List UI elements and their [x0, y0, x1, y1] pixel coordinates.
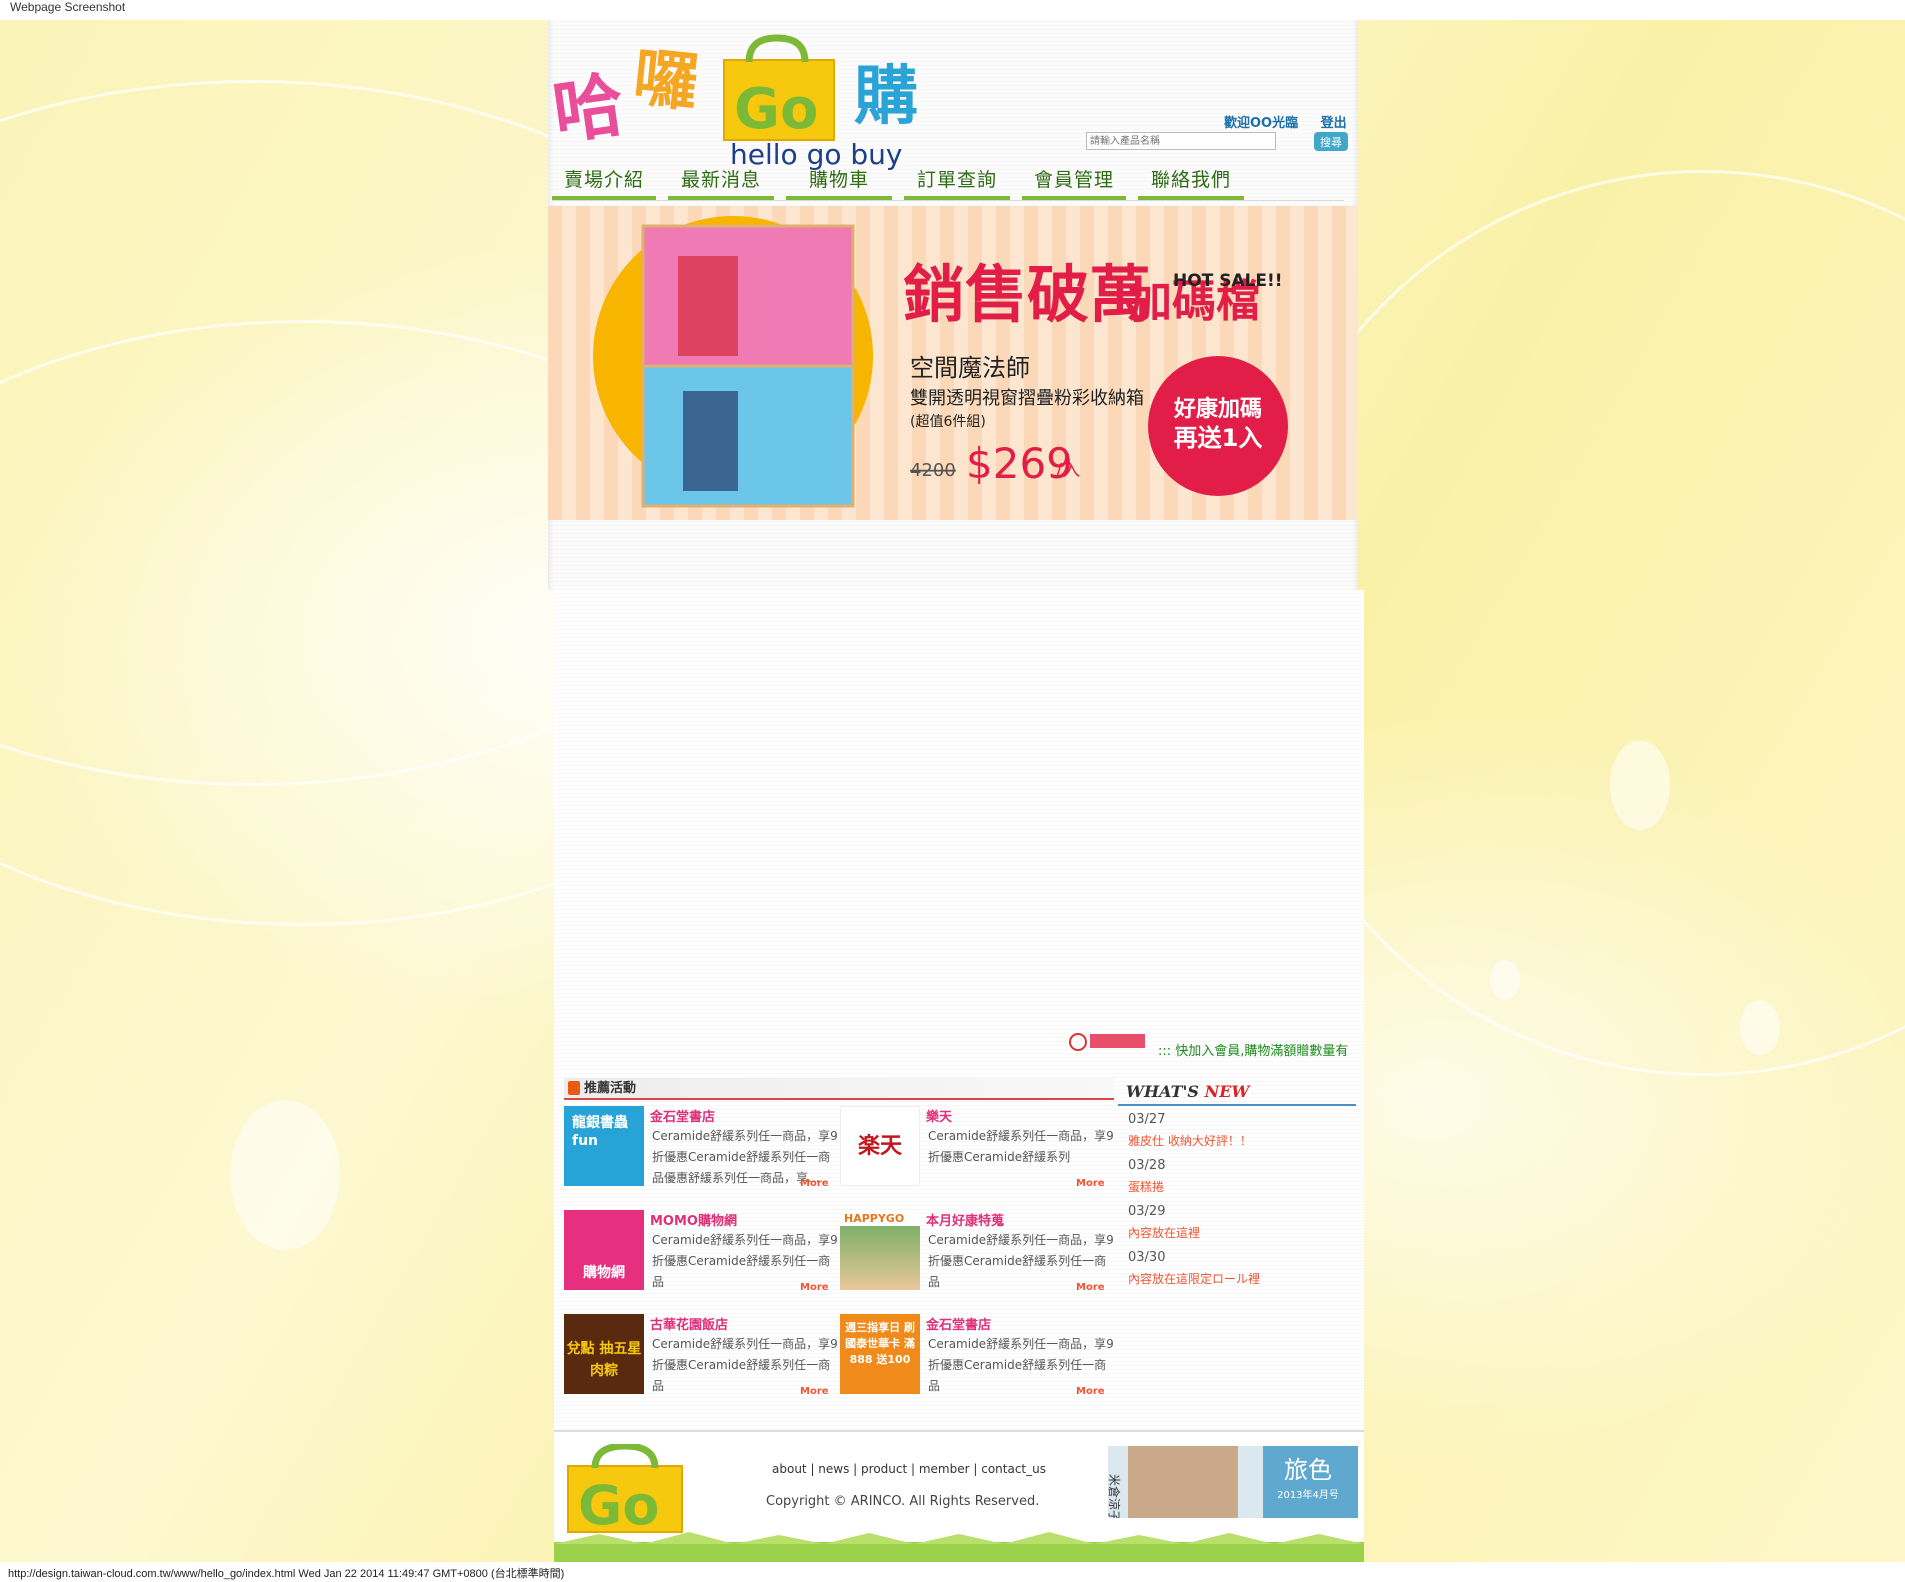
- footer-link-about[interactable]: about: [772, 1462, 807, 1476]
- promo-description: Ceramide舒緩系列任一商品，享9折優惠Ceramide舒緩系列任一商品: [652, 1233, 838, 1289]
- storage-box-blue: [641, 364, 855, 508]
- promo-thumb[interactable]: 週三指享日 刷國泰世華卡 滿888 送100: [840, 1314, 920, 1394]
- banner-badge: 好康加碼 再送1入: [1148, 356, 1288, 496]
- site-header: 哈 囉 Go 購 hello go buy 歡迎OO光臨 登出 搜尋 賣場介紹 …: [548, 20, 1358, 590]
- whats-new-panel: WHAT'S NEW 03/27 雅皮仕 收納大好評！！ 03/28 蛋糕捲 0…: [1118, 1080, 1356, 1290]
- news-link[interactable]: 雅皮仕 收納大好評！！: [1118, 1132, 1356, 1152]
- promotions-title-text: 推薦活動: [584, 1081, 637, 1096]
- news-link[interactable]: 蛋糕捲: [1118, 1178, 1356, 1198]
- site-footer: Go about | news | product | member | con…: [554, 1430, 1364, 1564]
- news-date: 03/29: [1128, 1204, 1166, 1219]
- storage-box-pink: [641, 224, 855, 368]
- banner-badge-line2: 再送1入: [1174, 424, 1263, 452]
- promo-thumb[interactable]: 兌點 抽五星肉粽: [564, 1314, 644, 1394]
- promo-description: Ceramide舒緩系列任一商品，享9折優惠Ceramide舒緩系列任一商品: [652, 1337, 838, 1393]
- footer-logo[interactable]: Go: [560, 1444, 690, 1534]
- shopping-bag-icon: [568, 1081, 580, 1095]
- site-logo[interactable]: 哈 囉 Go 購 hello go buy: [554, 32, 974, 172]
- promo-thumb[interactable]: 購物網: [564, 1210, 644, 1290]
- promo-thumb[interactable]: 龍銀書蟲fun: [564, 1106, 644, 1186]
- promo-item[interactable]: 楽天 樂天 Ceramide舒緩系列任一商品，享9折優惠Ceramide舒緩系列…: [840, 1106, 1116, 1202]
- page-url: http://design.taiwan-cloud.com.tw/www/he…: [8, 1568, 565, 1580]
- promo-title[interactable]: 本月好康特蒐: [926, 1210, 1004, 1229]
- magazine-ad[interactable]: 旅色 2013年4月号 米倉涼子: [1108, 1446, 1358, 1518]
- news-link[interactable]: 內容放在這限定ロール裡: [1118, 1270, 1356, 1290]
- more-link[interactable]: More: [1076, 1178, 1105, 1189]
- magazine-title: 旅色: [1284, 1456, 1332, 1484]
- member-ticker[interactable]: ::: 快加入會員,購物滿額贈數量有: [1158, 1040, 1348, 1059]
- news-date: 03/30: [1128, 1250, 1166, 1265]
- logo-subtitle: hello go buy: [730, 138, 902, 171]
- footer-link-news[interactable]: news: [818, 1462, 849, 1476]
- promo-title[interactable]: 樂天: [926, 1106, 952, 1125]
- logout-link[interactable]: 登出: [1321, 116, 1347, 131]
- grass-decoration: [554, 1532, 1364, 1562]
- logo-char-gou: 購: [854, 60, 918, 134]
- footer-link-contact[interactable]: contact_us: [981, 1462, 1046, 1476]
- news-date: 03/27: [1128, 1112, 1166, 1127]
- promo-title[interactable]: 古華花園飯店: [650, 1314, 728, 1333]
- banner-brand: 空間魔法師: [910, 354, 1030, 382]
- promo-description: Ceramide舒緩系列任一商品，享9折優惠Ceramide舒緩系列任一商品: [928, 1233, 1114, 1289]
- promo-thumb[interactable]: HAPPYGO: [840, 1210, 920, 1290]
- search-button[interactable]: 搜尋: [1314, 132, 1348, 151]
- page-container: 哈 囉 Go 購 hello go buy 歡迎OO光臨 登出 搜尋 賣場介紹 …: [548, 20, 1364, 1564]
- banner-badge-line1: 好康加碼: [1173, 396, 1262, 422]
- ticker-badge-icon: [1069, 1033, 1145, 1051]
- screenshot-title: Webpage Screenshot: [10, 0, 126, 14]
- whats-new-title: WHAT'S NEW: [1118, 1080, 1356, 1106]
- promo-description: Ceramide舒緩系列任一商品，享9折優惠Ceramide舒緩系列任一商品優惠…: [652, 1129, 838, 1185]
- banner-set: (超值6件組): [910, 414, 986, 430]
- promo-item[interactable]: 兌點 抽五星肉粽 古華花園飯店 Ceramide舒緩系列任一商品，享9折優惠Ce…: [564, 1314, 840, 1410]
- nav-item-member[interactable]: 會員管理: [1022, 168, 1126, 200]
- banner-hot-sale: HOT SALE!!: [1173, 271, 1283, 291]
- nav-item-news[interactable]: 最新消息: [668, 168, 774, 200]
- main-nav: 賣場介紹 最新消息 購物車 訂單查詢 會員管理 聯絡我們: [552, 168, 1344, 201]
- banner-headline: 銷售破萬: [903, 258, 1151, 331]
- magazine-date: 2013年4月号: [1277, 1488, 1339, 1501]
- promo-title[interactable]: 金石堂書店: [926, 1314, 991, 1333]
- news-date: 03/28: [1128, 1158, 1166, 1173]
- promo-title[interactable]: 金石堂書店: [650, 1106, 715, 1125]
- welcome-text: 歡迎OO光臨: [1224, 116, 1299, 131]
- news-link[interactable]: 內容放在這裡: [1118, 1224, 1356, 1244]
- nav-item-order-query[interactable]: 訂單查詢: [904, 168, 1010, 200]
- search-input[interactable]: [1086, 132, 1276, 150]
- promo-thumb[interactable]: 楽天: [840, 1106, 920, 1186]
- footer-link-member[interactable]: member: [919, 1462, 970, 1476]
- footer-links: about | news | product | member | contac…: [772, 1462, 1046, 1476]
- banner-old-price: 4200: [910, 460, 956, 481]
- footer-link-product[interactable]: product: [861, 1462, 907, 1476]
- more-link[interactable]: More: [800, 1178, 829, 1189]
- promo-description: Ceramide舒緩系列任一商品，享9折優惠Ceramide舒緩系列: [928, 1129, 1114, 1164]
- welcome-bar: 歡迎OO光臨 登出: [1224, 112, 1365, 131]
- more-link[interactable]: More: [1076, 1282, 1105, 1293]
- nav-item-contact[interactable]: 聯絡我們: [1138, 168, 1244, 200]
- promo-item[interactable]: 購物網 MOMO購物網 Ceramide舒緩系列任一商品，享9折優惠Cerami…: [564, 1210, 840, 1306]
- nav-item-store-intro[interactable]: 賣場介紹: [552, 168, 656, 200]
- more-link[interactable]: More: [800, 1282, 829, 1293]
- footer-logo-go: Go: [578, 1474, 659, 1534]
- logo-char-ha: 哈: [554, 63, 629, 154]
- promo-item[interactable]: 週三指享日 刷國泰世華卡 滿888 送100 金石堂書店 Ceramide舒緩系…: [840, 1314, 1116, 1410]
- copyright: Copyright © ARINCO. All Rights Reserved.: [766, 1494, 1040, 1509]
- promo-title[interactable]: MOMO購物網: [650, 1210, 737, 1229]
- promo-banner[interactable]: 銷售破萬 加碼檔 HOT SALE!! 空間魔法師 雙開透明視窗摺疊粉彩收納箱 …: [548, 206, 1358, 520]
- promo-description: Ceramide舒緩系列任一商品，享9折優惠Ceramide舒緩系列任一商品: [928, 1337, 1114, 1393]
- logo-char-luo: 囉: [630, 41, 701, 121]
- promo-item[interactable]: HAPPYGO 本月好康特蒐 Ceramide舒緩系列任一商品，享9折優惠Cer…: [840, 1210, 1116, 1306]
- more-link[interactable]: More: [1076, 1386, 1105, 1397]
- nav-item-cart[interactable]: 購物車: [786, 168, 892, 200]
- promo-item[interactable]: 龍銀書蟲fun 金石堂書店 Ceramide舒緩系列任一商品，享9折優惠Cera…: [564, 1106, 840, 1202]
- promotions-section-title: 推薦活動: [564, 1078, 1114, 1100]
- banner-product: 雙開透明視窗摺疊粉彩收納箱: [910, 388, 1144, 409]
- magazine-name: 米倉涼子: [1108, 1474, 1122, 1518]
- more-link[interactable]: More: [800, 1386, 829, 1397]
- banner-unit: /入: [1056, 460, 1080, 481]
- logo-char-go: Go: [734, 77, 818, 142]
